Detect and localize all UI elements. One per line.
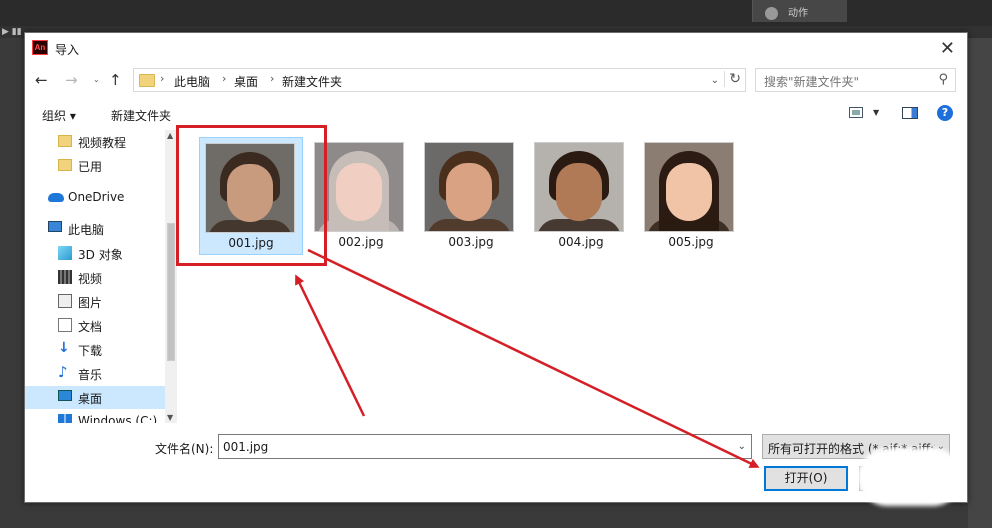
preview-pane-icon[interactable]: [902, 107, 918, 119]
file-thumbnail: [314, 142, 404, 232]
redaction-blob: [858, 448, 962, 506]
chevron-right-icon: ›: [222, 72, 227, 85]
file-name-label: 005.jpg: [668, 235, 714, 249]
breadcrumb-desktop[interactable]: 桌面: [234, 73, 258, 90]
sidebar-item-label: Windows (C:): [78, 414, 158, 423]
folder-icon: [139, 74, 155, 87]
play-icon: ▶ ▮▮: [2, 27, 22, 37]
breadcrumb-new-folder[interactable]: 新建文件夹: [282, 73, 342, 90]
organize-menu-button[interactable]: 组织 ▾: [42, 107, 76, 124]
sidebar-item[interactable]: 图片: [25, 290, 165, 313]
chevron-right-icon: ›: [160, 72, 165, 85]
title-bar: An 导入 ✕: [25, 33, 967, 63]
search-box[interactable]: 搜索"新建文件夹" ⚲: [755, 68, 956, 92]
background-side-panel: [968, 38, 992, 528]
video-icon: [58, 270, 72, 284]
sidebar-item[interactable]: ♪ 音乐: [25, 362, 165, 385]
3d-objects-icon: [58, 246, 72, 260]
new-folder-button[interactable]: 新建文件夹: [111, 107, 171, 124]
sidebar-item[interactable]: ↓ 下载: [25, 338, 165, 361]
sidebar-item[interactable]: 视频: [25, 266, 165, 289]
forward-arrow-icon[interactable]: →: [65, 71, 78, 89]
sidebar-item-label: 3D 对象: [78, 248, 123, 262]
sidebar-item-label: 桌面: [78, 392, 103, 406]
sidebar-item-label: 文档: [78, 320, 103, 334]
sidebar-item-label: 已用: [78, 160, 103, 174]
pictures-icon: [58, 294, 72, 308]
sidebar-item-label: 图片: [78, 296, 103, 310]
refresh-icon[interactable]: ↻: [724, 71, 741, 87]
sidebar-item[interactable]: OneDrive: [25, 186, 165, 209]
view-options-chevron-icon[interactable]: ▼: [873, 108, 879, 117]
sidebar-item-label: 音乐: [78, 368, 103, 382]
sidebar-item-label: 视频教程: [78, 136, 127, 150]
address-bar[interactable]: › 此电脑 › 桌面 › 新建文件夹 ⌄ ↻: [133, 68, 746, 92]
download-icon: ↓: [58, 340, 70, 356]
documents-icon: [58, 318, 72, 332]
animate-app-icon: An: [32, 40, 48, 55]
sidebar-item-label: 此电脑: [68, 223, 105, 237]
actions-icon: [765, 6, 778, 20]
filename-input[interactable]: 001.jpg ⌄: [218, 434, 752, 459]
breadcrumb-this-pc[interactable]: 此电脑: [174, 73, 210, 90]
desktop-icon: [58, 390, 72, 401]
navigation-bar: ← → ⌄ ↑ › 此电脑 › 桌面 › 新建文件夹 ⌄ ↻ 搜索"新建文件夹"…: [25, 65, 967, 95]
sidebar-item[interactable]: 文档: [25, 314, 165, 337]
sidebar-item[interactable]: 3D 对象: [25, 242, 165, 265]
import-dialog: An 导入 ✕ ← → ⌄ ↑ › 此电脑 › 桌面 › 新建文件夹 ⌄ ↻ 搜…: [24, 32, 968, 503]
file-thumbnail: [534, 142, 624, 232]
file-thumbnail: [644, 142, 734, 232]
filename-value: 001.jpg: [223, 440, 269, 454]
recent-locations-chevron-icon[interactable]: ⌄: [93, 75, 100, 84]
windows-drive-icon: [58, 414, 72, 423]
address-dropdown-icon[interactable]: ⌄: [711, 75, 719, 86]
filename-label: 文件名(N):: [155, 442, 214, 456]
onedrive-cloud-icon: [48, 193, 64, 202]
sidebar-item-label: 下载: [78, 344, 103, 358]
filename-dropdown-icon[interactable]: ⌄: [738, 441, 746, 452]
scroll-down-icon[interactable]: ▼: [167, 413, 173, 422]
back-arrow-icon[interactable]: ←: [35, 71, 48, 89]
dialog-title: 导入: [55, 43, 80, 57]
command-toolbar: 组织 ▾ 新建文件夹 ▼ ?: [25, 99, 967, 129]
actions-panel-tab[interactable]: 动作: [752, 0, 847, 22]
open-button[interactable]: 打开(O): [764, 466, 848, 491]
sidebar-item[interactable]: 视频教程: [25, 130, 165, 153]
this-pc-icon: [48, 221, 62, 232]
navigation-pane: 视频教程已用 OneDrive 此电脑 3D 对象视频图片文档 ↓ 下载 ♪ 音乐桌面 Wind…: [25, 130, 177, 423]
folder-icon: [58, 159, 72, 171]
file-name-label: 004.jpg: [558, 235, 604, 249]
file-name-label: 003.jpg: [448, 235, 494, 249]
file-item[interactable]: 005.jpg: [639, 137, 743, 255]
file-item[interactable]: 004.jpg: [529, 137, 633, 255]
sidebar-item[interactable]: 此电脑: [25, 217, 165, 240]
close-button[interactable]: ✕: [940, 38, 955, 59]
folder-icon: [58, 135, 72, 147]
file-thumbnail: [424, 142, 514, 232]
sidebar-item[interactable]: 桌面: [25, 386, 165, 409]
up-arrow-icon[interactable]: ↑: [109, 71, 122, 89]
search-placeholder: 搜索"新建文件夹": [764, 75, 860, 89]
search-icon: ⚲: [938, 72, 948, 87]
sidebar-item-label: OneDrive: [68, 190, 125, 204]
sidebar-item[interactable]: Windows (C:): [25, 410, 165, 423]
actions-panel-label: 动作: [788, 8, 808, 19]
scrollbar-thumb[interactable]: [167, 223, 175, 361]
sidebar-item[interactable]: 已用: [25, 154, 165, 177]
scroll-up-icon[interactable]: ▲: [167, 131, 173, 140]
annotation-highlight-box: [176, 125, 327, 266]
chevron-right-icon: ›: [270, 72, 275, 85]
sidebar-item-label: 视频: [78, 272, 103, 286]
music-icon: ♪: [58, 363, 68, 381]
help-icon[interactable]: ?: [937, 105, 953, 121]
change-view-icon[interactable]: [849, 107, 863, 118]
file-item[interactable]: 003.jpg: [419, 137, 523, 255]
